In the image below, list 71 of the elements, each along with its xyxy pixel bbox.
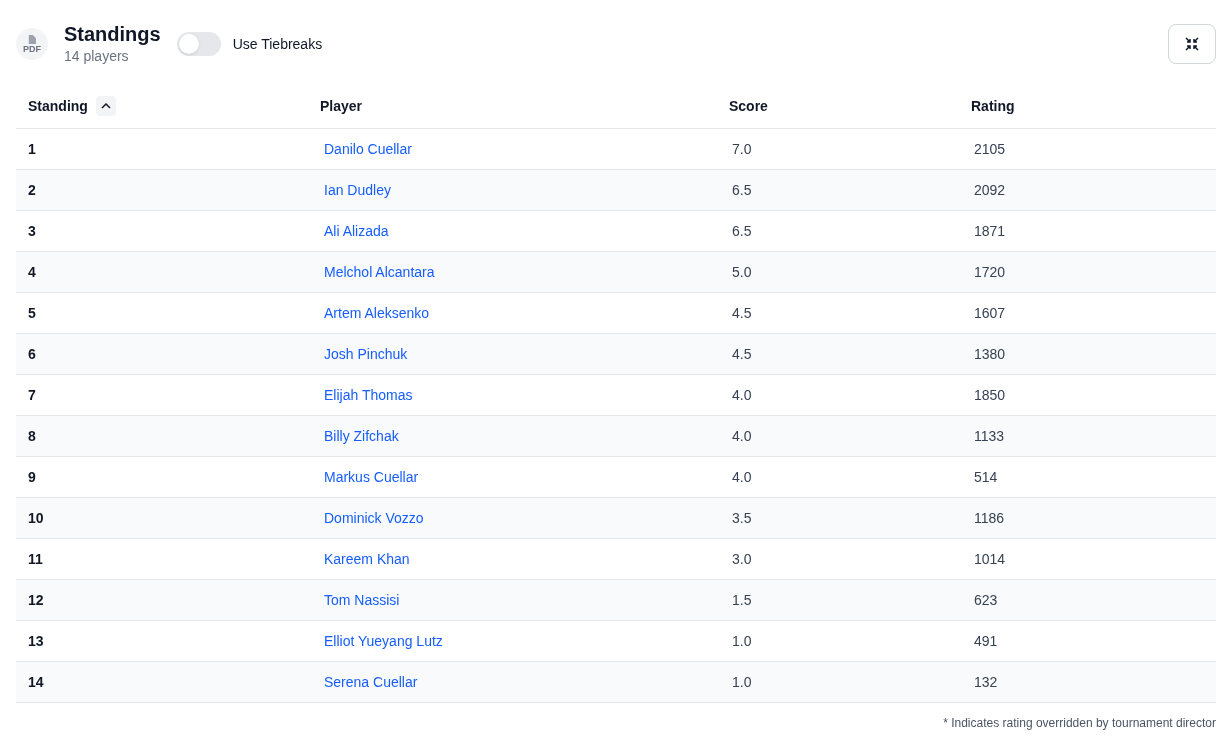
collapse-icon xyxy=(1184,36,1200,52)
player-link[interactable]: Serena Cuellar xyxy=(324,674,418,690)
standing-cell: 8 xyxy=(28,428,36,444)
tiebreaks-toggle[interactable] xyxy=(176,32,221,56)
score-cell: 3.0 xyxy=(732,551,752,567)
toggle-label: Use Tiebreaks xyxy=(232,35,323,54)
player-link[interactable]: Ian Dudley xyxy=(324,182,391,198)
standing-cell: 4 xyxy=(28,264,36,280)
standing-cell: 5 xyxy=(28,305,36,321)
column-header: Standing xyxy=(28,97,88,116)
player-link[interactable]: Josh Pinchuk xyxy=(324,346,408,362)
player-link[interactable]: Elliot Yueyang Lutz xyxy=(324,633,443,649)
score-cell: 6.5 xyxy=(732,223,752,239)
standing-cell: 6 xyxy=(28,346,36,362)
score-cell: 7.0 xyxy=(732,141,752,157)
standing-cell: 3 xyxy=(28,223,36,239)
rating-cell: 491 xyxy=(974,633,998,649)
score-cell: 1.0 xyxy=(732,633,752,649)
player-link[interactable]: Elijah Thomas xyxy=(324,387,413,403)
player-link[interactable]: Kareem Khan xyxy=(324,551,410,567)
score-cell: 4.0 xyxy=(732,428,752,444)
pdf-button[interactable]: PDF xyxy=(16,28,48,60)
player-link[interactable]: Ali Alizada xyxy=(324,223,389,239)
file-icon xyxy=(28,34,36,44)
rating-cell: 623 xyxy=(974,592,998,608)
score-cell: 1.0 xyxy=(732,674,752,690)
score-cell: 4.5 xyxy=(732,346,752,362)
score-cell: 3.5 xyxy=(732,510,752,526)
player-link[interactable]: Danilo Cuellar xyxy=(324,141,412,157)
standing-cell: 2 xyxy=(28,182,36,198)
rating-cell: 1014 xyxy=(974,551,1006,567)
score-cell: 5.0 xyxy=(732,264,752,280)
sort-button[interactable] xyxy=(95,96,116,116)
rating-cell: 1720 xyxy=(974,264,1006,280)
rating-cell: 1871 xyxy=(974,223,1006,239)
rating-cell: 2092 xyxy=(974,182,1006,198)
standing-cell: 1 xyxy=(28,141,36,157)
rating-cell: 1850 xyxy=(974,387,1006,403)
footnote: * Indicates rating overridden by tournament director xyxy=(943,715,1216,731)
score-cell: 1.5 xyxy=(732,592,752,608)
column-header: Score xyxy=(729,97,768,116)
collapse-button[interactable] xyxy=(1168,24,1216,64)
player-link[interactable]: Melchol Alcantara xyxy=(324,264,435,280)
standing-cell: 13 xyxy=(28,633,44,649)
standing-cell: 12 xyxy=(28,592,44,608)
rating-cell: 132 xyxy=(974,674,998,690)
rating-cell: 1607 xyxy=(974,305,1006,321)
score-cell: 4.5 xyxy=(732,305,752,321)
score-cell: 4.0 xyxy=(732,387,752,403)
player-link[interactable]: Billy Zifchak xyxy=(324,428,399,444)
page-title: Standings xyxy=(64,22,161,46)
standing-cell: 11 xyxy=(28,551,43,567)
player-link[interactable]: Dominick Vozzo xyxy=(324,510,424,526)
rating-cell: 514 xyxy=(974,469,998,485)
score-cell: 4.0 xyxy=(732,469,752,485)
player-link[interactable]: Tom Nassisi xyxy=(324,592,400,608)
standing-cell: 7 xyxy=(28,387,36,403)
rating-cell: 2105 xyxy=(974,141,1006,157)
standing-cell: 9 xyxy=(28,469,36,485)
player-link[interactable]: Markus Cuellar xyxy=(324,469,419,485)
column-header: Rating xyxy=(971,97,1015,116)
standing-cell: 14 xyxy=(28,674,44,690)
caret-icon xyxy=(100,103,111,109)
rating-cell: 1380 xyxy=(974,346,1006,362)
rating-cell: 1133 xyxy=(974,428,1005,444)
score-cell: 6.5 xyxy=(732,182,752,198)
standing-cell: 10 xyxy=(28,510,44,526)
rating-cell: 1186 xyxy=(974,510,1005,526)
player-link[interactable]: Artem Aleksenko xyxy=(324,305,430,321)
player-count: 14 players xyxy=(64,47,130,66)
column-header: Player xyxy=(320,97,363,116)
